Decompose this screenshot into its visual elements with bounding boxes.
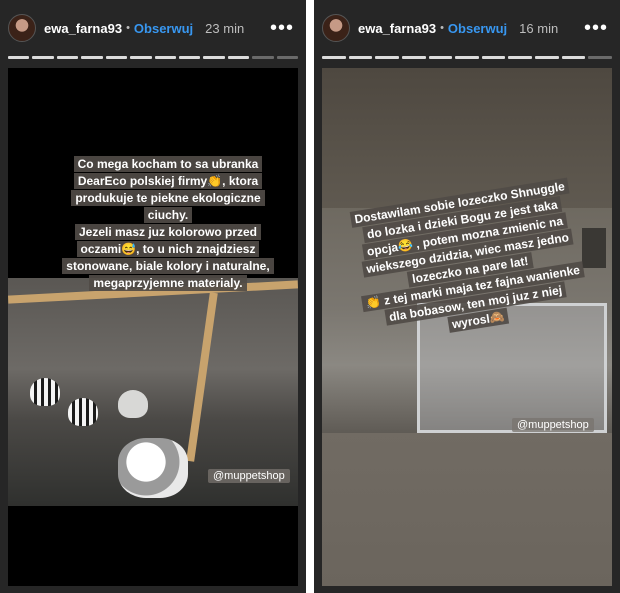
caption-line: DearEco polskiej firmy👏, ktora xyxy=(73,173,263,189)
progress-segment xyxy=(348,56,373,59)
baby xyxy=(118,438,188,498)
progress-segment xyxy=(401,56,426,59)
story-panel-left: ewa_farna93 • Obserwuj 23 min ••• Co meg… xyxy=(0,0,306,593)
story-panel-right: ewa_farna93 • Obserwuj 16 min ••• Dostaw… xyxy=(314,0,620,593)
progress-segment xyxy=(428,56,453,59)
story-caption: Co mega kocham to sa ubranka DearEco pol… xyxy=(48,156,288,292)
progress-segment xyxy=(32,56,54,59)
progress-segment xyxy=(508,56,533,59)
hanging-toy xyxy=(118,390,148,418)
caption-line: Co mega kocham to sa ubranka xyxy=(73,156,263,172)
progress-segment xyxy=(81,56,103,59)
separator-dot: • xyxy=(440,22,444,34)
post-time: 23 min xyxy=(205,20,245,36)
progress-segment xyxy=(561,56,586,59)
progress-segment xyxy=(535,56,559,59)
progress-segment xyxy=(481,56,506,59)
avatar[interactable] xyxy=(322,14,350,42)
progress-segment xyxy=(455,56,479,59)
caption-line: Jezeli masz juz kolorowo przed xyxy=(74,224,262,240)
username[interactable]: ewa_farna93 xyxy=(358,21,436,36)
caption-line: produkuje te piekne ekologiczne xyxy=(71,190,265,206)
caption-line: stonowane, biale kolory i naturalne, xyxy=(62,258,274,274)
caption-line: oczami😅, to u nich znajdziesz xyxy=(76,241,260,257)
progress-segment xyxy=(130,56,152,59)
caption-line: ciuchy. xyxy=(143,207,193,223)
follow-button[interactable]: Obserwuj xyxy=(448,21,507,36)
progress-segment xyxy=(105,56,128,59)
post-time: 16 min xyxy=(519,20,559,36)
shop-tag[interactable]: @muppetshop xyxy=(512,418,594,432)
progress-segment xyxy=(322,56,346,59)
username[interactable]: ewa_farna93 xyxy=(44,21,122,36)
story-progress-bar xyxy=(322,56,613,59)
progress-segment xyxy=(276,56,299,59)
shop-tag[interactable]: @muppetshop xyxy=(208,469,290,483)
avatar[interactable] xyxy=(8,14,36,42)
progress-segment xyxy=(56,56,79,59)
progress-segment xyxy=(227,56,250,59)
progress-segment xyxy=(154,56,176,59)
separator-dot: • xyxy=(126,22,130,34)
progress-segment xyxy=(178,56,201,59)
story-media[interactable]: Dostawilam sobie lozeczko Shnuggle do lo… xyxy=(322,68,612,586)
caption-line: megaprzyjemne materialy. xyxy=(89,275,247,291)
story-header: ewa_farna93 • Obserwuj 16 min ••• xyxy=(314,10,620,46)
more-options-icon[interactable]: ••• xyxy=(580,18,612,38)
story-progress-bar xyxy=(8,56,299,59)
story-media[interactable]: Co mega kocham to sa ubranka DearEco pol… xyxy=(8,68,298,586)
progress-segment xyxy=(588,56,613,59)
progress-segment xyxy=(375,56,399,59)
story-header: ewa_farna93 • Obserwuj 23 min ••• xyxy=(0,10,306,46)
hanging-toy xyxy=(68,398,98,426)
progress-segment xyxy=(203,56,225,59)
follow-button[interactable]: Obserwuj xyxy=(134,21,193,36)
progress-segment xyxy=(8,56,30,59)
play-gym-leg xyxy=(186,292,218,462)
progress-segment xyxy=(252,56,274,59)
hanging-toy xyxy=(30,378,60,406)
more-options-icon[interactable]: ••• xyxy=(266,18,298,38)
